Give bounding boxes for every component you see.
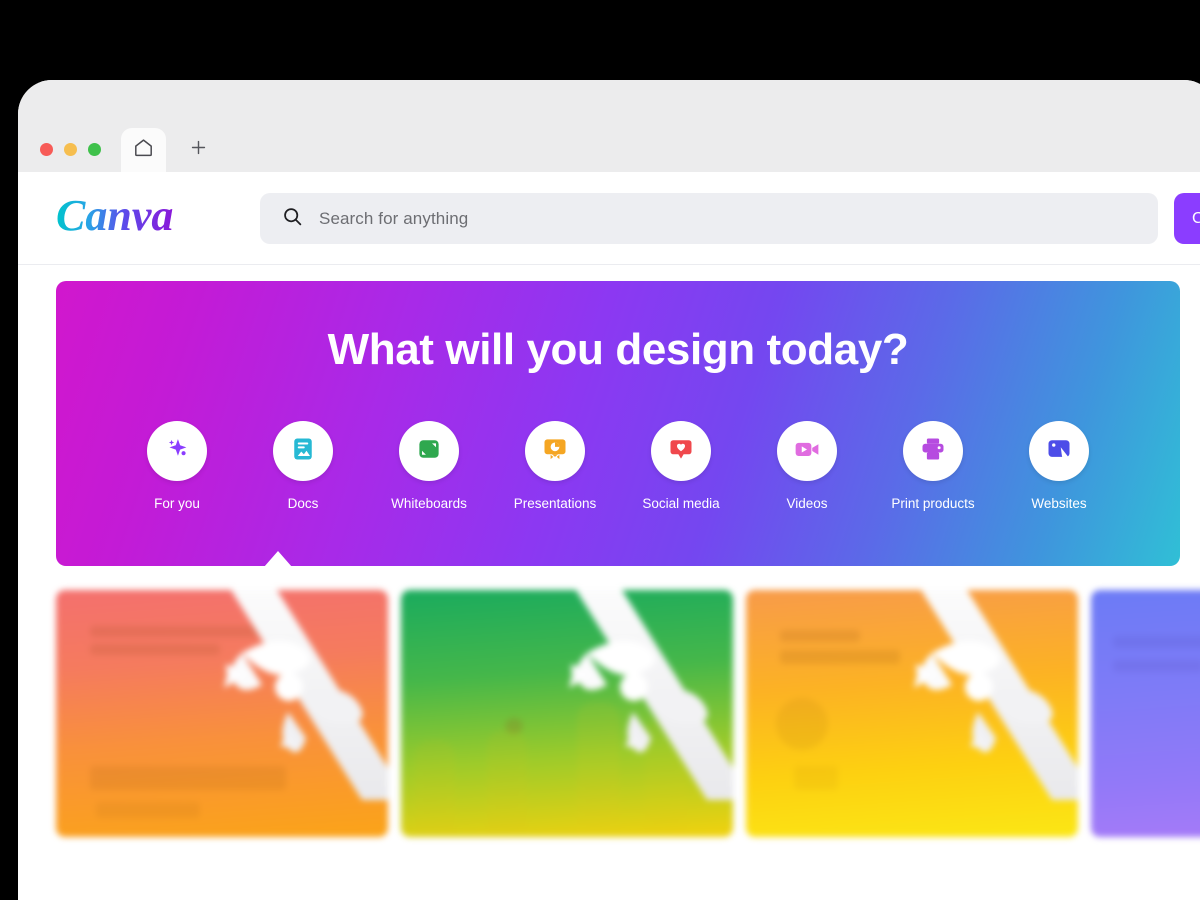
category-tab-websites[interactable]: Websites: [996, 421, 1122, 511]
category-tab-print-products[interactable]: Print products: [870, 421, 996, 511]
browser-window: Canva Search for anything Create a d: [18, 80, 1200, 900]
design-card-strip: [18, 590, 1200, 837]
presentation-icon: [541, 435, 569, 468]
close-window-button[interactable]: [40, 143, 53, 156]
browser-tab-strip: [18, 80, 1200, 172]
website-icon: [1045, 435, 1073, 468]
category-label: Presentations: [513, 496, 597, 511]
video-camera-icon: [793, 435, 821, 468]
canva-logo-text: Canva: [56, 191, 173, 240]
page-title: What will you design today?: [327, 325, 909, 374]
category-icon-wrap: [1029, 421, 1089, 481]
category-tab-whiteboards[interactable]: Whiteboards: [366, 421, 492, 511]
screenshot-stage: Canva Search for anything Create a d: [0, 0, 1200, 900]
category-tab-for-you[interactable]: For you: [114, 421, 240, 511]
category-icon-wrap: [525, 421, 585, 481]
category-icon-wrap: [651, 421, 711, 481]
category-label: Whiteboards: [391, 496, 467, 511]
hero-banner: What will you design today? For you Docs…: [56, 281, 1180, 566]
sparkles-icon: [162, 434, 192, 469]
tab-home[interactable]: [121, 128, 166, 172]
category-label: Websites: [1031, 496, 1087, 511]
new-tab-button[interactable]: [176, 128, 221, 172]
category-label: Social media: [642, 496, 720, 511]
window-traffic-lights: [40, 143, 101, 156]
category-icon-wrap: [903, 421, 963, 481]
search-input-placeholder: Search for anything: [319, 208, 469, 228]
category-tab-presentations[interactable]: Presentations: [492, 421, 618, 511]
page-footer-space: [18, 837, 1200, 897]
active-tab-indicator: [264, 551, 292, 566]
design-card-4[interactable]: [1091, 590, 1200, 837]
canva-logo[interactable]: Canva: [56, 188, 206, 246]
category-tab-videos[interactable]: Videos: [744, 421, 870, 511]
design-card-1[interactable]: [56, 590, 388, 837]
category-label: For you: [154, 496, 200, 511]
category-icon-wrap: [777, 421, 837, 481]
printer-icon: [919, 435, 947, 468]
heart-bubble-icon: [667, 435, 695, 468]
design-card-2[interactable]: [401, 590, 733, 837]
category-icon-wrap: [273, 421, 333, 481]
hero-section: What will you design today? For you Docs…: [18, 265, 1200, 566]
whiteboard-icon: [415, 435, 443, 468]
category-tab-row: For you Docs Whiteboards Presentations S…: [56, 421, 1180, 511]
category-icon-wrap: [399, 421, 459, 481]
category-icon-wrap: [147, 421, 207, 481]
category-label: Print products: [891, 496, 975, 511]
design-card-3[interactable]: [746, 590, 1078, 837]
minimize-window-button[interactable]: [64, 143, 77, 156]
category-tab-social-media[interactable]: Social media: [618, 421, 744, 511]
maximize-window-button[interactable]: [88, 143, 101, 156]
search-bar[interactable]: Search for anything: [260, 193, 1158, 244]
app-header: Canva Search for anything Create a d: [18, 172, 1200, 265]
search-icon: [282, 206, 303, 232]
category-tab-docs[interactable]: Docs: [240, 421, 366, 511]
page-viewport: Canva Search for anything Create a d: [18, 172, 1200, 900]
document-icon: [289, 435, 317, 468]
category-label: Docs: [287, 496, 319, 511]
category-label: Videos: [786, 496, 828, 511]
create-design-button[interactable]: Create a d: [1174, 193, 1200, 244]
plus-icon: [189, 138, 208, 162]
home-icon: [133, 137, 154, 163]
